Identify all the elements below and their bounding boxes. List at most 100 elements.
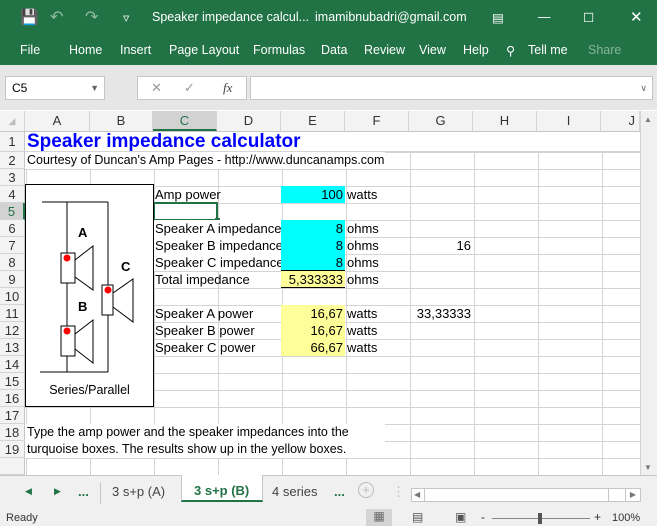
tab-data[interactable]: Data bbox=[321, 43, 347, 57]
tab-view[interactable]: View bbox=[419, 43, 446, 57]
column-header-c[interactable]: C bbox=[153, 111, 217, 131]
speaker-b-impedance-input[interactable]: 8 bbox=[281, 237, 345, 254]
amp-power-input[interactable]: 100 bbox=[281, 186, 345, 203]
page-layout-view-icon[interactable]: ▤ bbox=[412, 510, 423, 524]
scroll-down-icon[interactable]: ▼ bbox=[644, 463, 652, 472]
speaker-diagram[interactable]: A B C Series/Parallel bbox=[25, 184, 154, 407]
worksheet-grid[interactable]: Speaker impedance calculator Courtesy of… bbox=[25, 132, 640, 475]
name-box[interactable]: C5 ▼ bbox=[5, 76, 105, 100]
tab-help[interactable]: Help bbox=[463, 43, 489, 57]
account-name[interactable]: imamibnubadri@gmail.com bbox=[315, 10, 467, 24]
row-header[interactable]: 18 bbox=[0, 424, 25, 441]
more-sheets-left[interactable]: ... bbox=[78, 484, 89, 499]
undo-icon[interactable]: ↶ bbox=[50, 7, 63, 27]
row-header[interactable]: 12 bbox=[0, 322, 25, 339]
row-header[interactable]: 1 bbox=[0, 132, 25, 152]
row-header[interactable]: 6 bbox=[0, 220, 25, 237]
row-header[interactable]: 17 bbox=[0, 407, 25, 424]
row-header[interactable]: 8 bbox=[0, 254, 25, 271]
scroll-thumb[interactable] bbox=[424, 489, 609, 501]
instructions-line-2: turquoise boxes. The results show up in … bbox=[25, 441, 385, 458]
prev-sheet-icon[interactable]: ◀ bbox=[25, 486, 32, 497]
instructions-line-1: Type the amp power and the speaker imped… bbox=[25, 424, 385, 441]
maximize-icon[interactable]: ☐ bbox=[583, 10, 594, 25]
speaker-b-polarity-dot bbox=[63, 327, 71, 335]
ribbon-display-icon[interactable]: ▤ bbox=[492, 10, 504, 25]
column-header-d[interactable]: D bbox=[217, 111, 281, 131]
amp-power-unit: watts bbox=[347, 187, 378, 202]
tab-file[interactable]: File bbox=[20, 43, 40, 57]
column-header-g[interactable]: G bbox=[409, 111, 473, 131]
scroll-left-icon[interactable]: ◀ bbox=[414, 490, 420, 499]
sheet-tab[interactable]: 4 series bbox=[272, 484, 318, 499]
column-header-b[interactable]: B bbox=[90, 111, 153, 131]
insert-function-icon[interactable]: fx bbox=[223, 77, 232, 99]
column-header-j[interactable]: J bbox=[601, 111, 640, 131]
tab-page-layout[interactable]: Page Layout bbox=[169, 43, 239, 57]
zoom-in-button[interactable]: + bbox=[594, 510, 601, 524]
share-button[interactable]: Share bbox=[588, 43, 621, 57]
scroll-right-icon[interactable]: ▶ bbox=[625, 488, 641, 502]
row-header[interactable]: 5 bbox=[0, 203, 25, 220]
speaker-c-impedance-label: Speaker C impedance bbox=[153, 254, 281, 271]
row-header[interactable]: 15 bbox=[0, 373, 25, 390]
tab-home[interactable]: Home bbox=[69, 43, 102, 57]
vertical-scrollbar[interactable]: ▲ ▼ bbox=[640, 111, 657, 475]
column-header-h[interactable]: H bbox=[473, 111, 537, 131]
select-all-button[interactable]: ◢ bbox=[0, 111, 25, 131]
normal-view-icon[interactable]: ▦ bbox=[366, 509, 392, 526]
column-header-i[interactable]: I bbox=[537, 111, 601, 131]
speaker-a-impedance-label: Speaker A impedance bbox=[153, 220, 281, 237]
row-header[interactable]: 4 bbox=[0, 186, 25, 203]
tell-me[interactable]: Tell me bbox=[528, 43, 568, 57]
cell-g7[interactable]: 16 bbox=[409, 237, 473, 254]
save-icon[interactable]: 💾 bbox=[20, 8, 39, 26]
page-break-view-icon[interactable]: ▣ bbox=[455, 510, 466, 524]
tab-formulas[interactable]: Formulas bbox=[253, 43, 305, 57]
row-header[interactable]: 14 bbox=[0, 356, 25, 373]
new-sheet-icon[interactable]: + bbox=[358, 482, 374, 498]
zoom-out-button[interactable]: - bbox=[481, 510, 485, 524]
zoom-slider-thumb[interactable] bbox=[538, 513, 542, 524]
formula-input[interactable]: ∨ bbox=[250, 76, 653, 100]
horizontal-scrollbar[interactable]: ◀ bbox=[411, 488, 641, 502]
speaker-b-impedance-unit: ohms bbox=[347, 238, 379, 253]
row-header[interactable]: 13 bbox=[0, 339, 25, 356]
row-header[interactable]: 9 bbox=[0, 271, 25, 288]
selected-cell-c5[interactable] bbox=[153, 202, 218, 221]
speaker-b-power-label: Speaker B power bbox=[155, 323, 255, 338]
column-header-a[interactable]: A bbox=[25, 111, 90, 131]
cell-g11[interactable]: 33,33333 bbox=[409, 305, 473, 322]
more-sheets-right[interactable]: ... bbox=[334, 484, 345, 499]
row-header[interactable]: 11 bbox=[0, 305, 25, 322]
redo-icon[interactable]: ↷ bbox=[85, 7, 98, 27]
column-header-e[interactable]: E bbox=[281, 111, 345, 131]
column-header-f[interactable]: F bbox=[345, 111, 409, 131]
row-header[interactable]: 10 bbox=[0, 288, 25, 305]
speaker-c-impedance-input[interactable]: 8 bbox=[281, 254, 345, 271]
speaker-a-label: A bbox=[78, 225, 88, 240]
next-sheet-icon[interactable]: ▶ bbox=[54, 486, 61, 497]
sheet-tab-active[interactable]: 3 s+p (B) bbox=[181, 475, 263, 502]
tab-review[interactable]: Review bbox=[364, 43, 405, 57]
customize-toolbar-icon[interactable]: ▿ bbox=[123, 10, 129, 25]
minimize-icon[interactable]: — bbox=[538, 10, 551, 24]
row-header[interactable]: 3 bbox=[0, 169, 25, 186]
tab-insert[interactable]: Insert bbox=[120, 43, 151, 57]
close-icon[interactable]: ✕ bbox=[630, 8, 643, 26]
row-header[interactable]: 7 bbox=[0, 237, 25, 254]
cancel-icon[interactable]: ✕ bbox=[151, 77, 162, 99]
speaker-a-impedance-input[interactable]: 8 bbox=[281, 220, 345, 237]
row-header[interactable]: 19 bbox=[0, 441, 25, 458]
sheet-tab[interactable]: 3 s+p (A) bbox=[112, 484, 165, 499]
search-icon[interactable]: ⚲ bbox=[506, 43, 515, 58]
row-header[interactable]: 16 bbox=[0, 390, 25, 407]
splitter-handle[interactable]: ⋮ bbox=[392, 484, 405, 500]
chevron-down-icon[interactable]: ▼ bbox=[90, 77, 99, 99]
expand-formula-icon[interactable]: ∨ bbox=[640, 77, 647, 99]
row-header[interactable] bbox=[0, 458, 25, 475]
scroll-up-icon[interactable]: ▲ bbox=[644, 115, 652, 124]
row-header[interactable]: 2 bbox=[0, 152, 25, 169]
zoom-level[interactable]: 100% bbox=[612, 512, 640, 524]
enter-icon[interactable]: ✓ bbox=[184, 77, 195, 99]
